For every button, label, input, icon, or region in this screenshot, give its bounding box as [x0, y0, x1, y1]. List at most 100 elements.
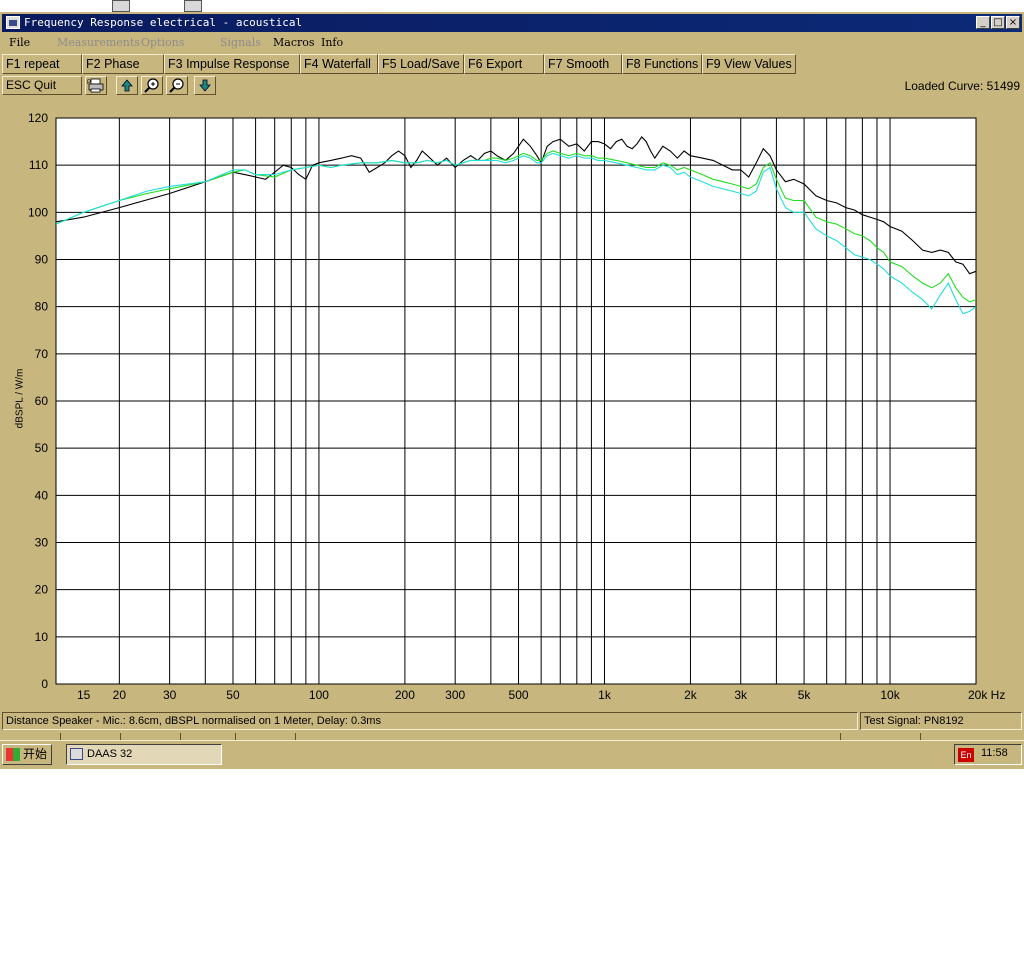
- f4-label: Waterfall: [322, 57, 371, 71]
- y-tick-label: 50: [35, 441, 49, 455]
- x-tick-label: 5k: [798, 688, 812, 702]
- x-tick-label: 2k: [684, 688, 698, 702]
- toolbar: ESC Quit P Loaded Curve: 51499: [2, 75, 1022, 97]
- f5-load-save-button[interactable]: F5 Load/Save: [378, 54, 464, 74]
- f8-label: Functions: [644, 57, 699, 71]
- start-label: 开始: [23, 747, 48, 761]
- menu-measurements[interactable]: Measurements: [57, 36, 140, 49]
- app-window: Frequency Response electrical - acoustic…: [0, 12, 1024, 740]
- f5-key: F5: [382, 57, 397, 71]
- x-tick-label: 50: [226, 688, 240, 702]
- x-tick-label: 10k: [880, 688, 900, 702]
- f2-label: Phase: [104, 57, 140, 71]
- f1-repeat-button[interactable]: F1 repeat: [2, 54, 82, 74]
- zoom-out-button[interactable]: [166, 76, 188, 95]
- f1-key: F1: [6, 57, 21, 71]
- system-tray: En 11:58: [954, 744, 1022, 765]
- y-tick-label: 80: [35, 300, 49, 314]
- frequency-response-chart[interactable]: 0 10 20 30 40 50 60 70 80 90 100 110 120 15 20 30 50 100 2…: [2, 98, 1022, 710]
- scroll-up-button[interactable]: [116, 76, 138, 95]
- y-tick-label: 10: [35, 630, 49, 644]
- f2-key: F2: [86, 57, 101, 71]
- menu-info[interactable]: Info: [321, 36, 343, 49]
- f7-smooth-button[interactable]: F7 Smooth: [544, 54, 622, 74]
- windows-logo-icon: [6, 748, 20, 761]
- desktop-shortcut-icon[interactable]: [184, 0, 202, 12]
- x-tick-label: 500: [509, 688, 529, 702]
- scroll-down-button[interactable]: [194, 76, 216, 95]
- menu-signals[interactable]: Signals: [220, 36, 261, 49]
- taskbar-item-label: DAAS 32: [87, 748, 133, 760]
- f3-key: F3: [168, 57, 183, 71]
- x-tick-label: 20k Hz: [968, 688, 1005, 702]
- f9-key: F9: [706, 57, 721, 71]
- zoom-out-icon: [169, 78, 184, 93]
- function-key-bar: F1 repeat F2 Phase F3 Impulse Response F…: [2, 54, 1022, 74]
- y-tick-label: 30: [35, 536, 49, 550]
- clock: 11:58: [981, 747, 1008, 759]
- app-icon[interactable]: [6, 16, 20, 29]
- x-tick-label: 20: [113, 688, 127, 702]
- f6-key: F6: [468, 57, 483, 71]
- arrow-up-icon: [121, 79, 133, 92]
- minimize-button[interactable]: _: [976, 16, 990, 29]
- x-tick-label: 15: [77, 688, 91, 702]
- language-indicator[interactable]: En: [958, 748, 974, 762]
- y-tick-label: 100: [28, 205, 48, 219]
- x-tick-label: 30: [163, 688, 177, 702]
- x-tick-label: 1k: [598, 688, 612, 702]
- maximize-button[interactable]: □: [991, 16, 1005, 29]
- y-tick-label: 0: [41, 677, 48, 691]
- menu-macros[interactable]: Macros: [273, 36, 315, 49]
- app-icon: [70, 748, 83, 760]
- chart-panel: dBSPL / W/m 0 10 20 30 40 50 60 70 80 90 100 110 120…: [2, 98, 1022, 710]
- f9-view-values-button[interactable]: F9 View Values: [702, 54, 796, 74]
- f3-impulse-response-button[interactable]: F3 Impulse Response: [164, 54, 300, 74]
- x-tick-label: 3k: [734, 688, 748, 702]
- f6-label: Export: [486, 57, 523, 71]
- f4-key: F4: [304, 57, 319, 71]
- x-tick-label: 100: [309, 688, 329, 702]
- y-tick-label: 70: [35, 347, 49, 361]
- status-bar-secondary: [0, 732, 1024, 740]
- y-tick-label: 60: [35, 394, 49, 408]
- start-button[interactable]: 开始: [2, 744, 52, 765]
- print-button[interactable]: P: [85, 76, 107, 95]
- f5-label: Load/Save: [400, 57, 460, 71]
- status-info: Distance Speaker - Mic.: 8.6cm, dBSPL no…: [2, 712, 858, 730]
- menu-bar: File Measurements Options Signals Macros…: [2, 34, 1022, 52]
- f3-label: Impulse Response: [186, 57, 290, 71]
- quit-label: Quit: [34, 78, 57, 92]
- desktop-shortcut-icon[interactable]: [112, 0, 130, 12]
- f8-functions-button[interactable]: F8 Functions: [622, 54, 702, 74]
- menu-options[interactable]: Options: [141, 36, 184, 49]
- y-tick-label: 40: [35, 488, 49, 502]
- f7-label: Smooth: [566, 57, 610, 71]
- zoom-in-button[interactable]: [141, 76, 163, 95]
- y-axis-label: dBSPL / W/m: [14, 368, 26, 429]
- arrow-down-icon: [199, 79, 211, 92]
- esc-quit-button[interactable]: ESC Quit: [2, 76, 82, 95]
- loaded-curve-label: Loaded Curve: 51499: [904, 79, 1020, 93]
- x-tick-label: 300: [445, 688, 465, 702]
- y-tick-label: 120: [28, 111, 48, 125]
- f7-key: F7: [548, 57, 563, 71]
- zoom-in-icon: [144, 78, 159, 93]
- f2-phase-button[interactable]: F2 Phase: [82, 54, 164, 74]
- title-bar[interactable]: Frequency Response electrical - acoustic…: [2, 14, 1022, 32]
- y-tick-label: 20: [35, 583, 49, 597]
- menu-file[interactable]: File: [9, 36, 30, 49]
- f4-waterfall-button[interactable]: F4 Waterfall: [300, 54, 378, 74]
- f1-label: repeat: [24, 57, 60, 71]
- taskbar: 开始 DAAS 32 En 11:58: [0, 740, 1024, 769]
- taskbar-item-daas[interactable]: DAAS 32: [66, 744, 222, 765]
- window-title: Frequency Response electrical - acoustic…: [24, 16, 303, 29]
- f8-key: F8: [626, 57, 641, 71]
- y-tick-label: 110: [29, 158, 48, 172]
- x-tick-label: 200: [395, 688, 415, 702]
- printer-icon: P: [87, 78, 104, 93]
- status-test-signal: Test Signal: PN8192: [860, 712, 1022, 730]
- f6-export-button[interactable]: F6 Export: [464, 54, 544, 74]
- close-button[interactable]: ×: [1006, 16, 1020, 29]
- f9-label: View Values: [724, 57, 792, 71]
